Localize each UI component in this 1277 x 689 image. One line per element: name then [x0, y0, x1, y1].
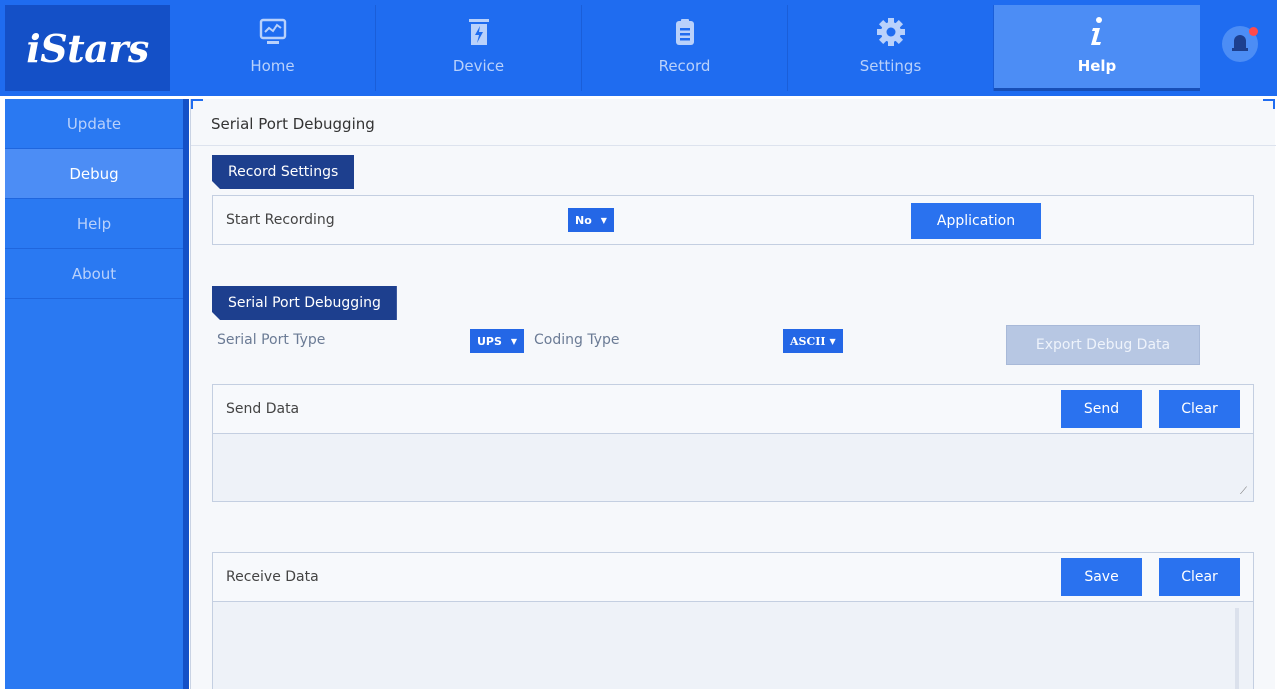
nav-record-label: Record	[658, 57, 711, 75]
main-nav: Home Device Record Settings Help	[170, 5, 1200, 91]
start-recording-value: No	[575, 213, 592, 227]
sidebar: Update Debug Help About	[5, 99, 189, 689]
sidebar-item-help[interactable]: Help	[5, 199, 183, 249]
receive-data-label: Receive Data	[226, 569, 319, 585]
top-bar: iStars Home Device Record Settings Help	[0, 0, 1277, 96]
start-recording-label: Start Recording	[226, 212, 335, 228]
caret-down-icon: ▼	[829, 336, 836, 346]
nav-home-label: Home	[250, 57, 295, 75]
main-panel: Serial Port Debugging Record Settings St…	[190, 99, 1276, 689]
panel-corner	[191, 99, 203, 109]
nav-device[interactable]: Device	[376, 5, 582, 91]
scrollbar[interactable]	[1235, 608, 1239, 689]
nav-help-label: Help	[1077, 57, 1117, 75]
send-data-label: Send Data	[226, 401, 300, 417]
nav-settings[interactable]: Settings	[788, 5, 994, 91]
receive-data-panel: Receive Data Save Clear	[212, 552, 1254, 689]
alarm-button[interactable]	[1222, 26, 1258, 62]
page-title: Serial Port Debugging	[211, 115, 375, 133]
receive-data-header: Receive Data Save Clear	[213, 553, 1253, 602]
battery-bolt-icon	[464, 15, 494, 49]
receive-data-textarea[interactable]	[213, 602, 1253, 689]
start-recording-select[interactable]: No ▼	[568, 208, 614, 232]
sidebar-item-update[interactable]: Update	[5, 99, 183, 149]
send-data-panel: Send Data Send Clear ⟋	[212, 384, 1254, 502]
caret-down-icon: ▼	[600, 215, 607, 225]
panel-corner	[1263, 99, 1275, 109]
sidebar-item-debug[interactable]: Debug	[5, 149, 183, 199]
record-settings-box: Start Recording No ▼ Application	[212, 195, 1254, 245]
nav-record[interactable]: Record	[582, 5, 788, 91]
app-logo[interactable]: iStars	[5, 5, 170, 91]
serial-port-tab: Serial Port Debugging	[212, 286, 397, 320]
nav-device-label: Device	[452, 57, 505, 75]
nav-settings-label: Settings	[859, 57, 922, 75]
serial-port-type-select[interactable]: UPS ▼	[470, 329, 525, 353]
send-data-header: Send Data Send Clear	[213, 385, 1253, 434]
export-debug-data-button[interactable]: Export Debug Data	[1006, 325, 1200, 365]
record-settings-tab: Record Settings	[212, 155, 354, 189]
alert-dot	[1249, 27, 1258, 36]
nav-help[interactable]: Help	[994, 5, 1200, 91]
clear-receive-button[interactable]: Clear	[1159, 558, 1240, 596]
save-button[interactable]: Save	[1061, 558, 1142, 596]
clipboard-icon	[670, 15, 700, 49]
monitor-chart-icon	[258, 15, 288, 49]
coding-type-value: ASCII	[790, 334, 826, 348]
coding-type-label: Coding Type	[534, 332, 620, 348]
info-icon	[1087, 15, 1107, 49]
gear-icon	[875, 15, 907, 49]
resize-handle-icon[interactable]: ⟋	[1240, 486, 1247, 497]
nav-home[interactable]: Home	[170, 5, 376, 91]
alarm-light-icon	[1231, 32, 1249, 56]
sidebar-item-about[interactable]: About	[5, 249, 183, 299]
clear-send-button[interactable]: Clear	[1159, 390, 1240, 428]
send-button[interactable]: Send	[1061, 390, 1142, 428]
divider	[191, 145, 1276, 146]
serial-port-type-label: Serial Port Type	[217, 332, 326, 348]
coding-type-select[interactable]: ASCII ▼	[783, 329, 843, 353]
serial-port-type-value: UPS	[477, 334, 502, 348]
caret-down-icon: ▼	[510, 336, 518, 346]
send-data-textarea[interactable]: ⟋	[213, 434, 1253, 501]
application-button[interactable]: Application	[911, 203, 1041, 239]
